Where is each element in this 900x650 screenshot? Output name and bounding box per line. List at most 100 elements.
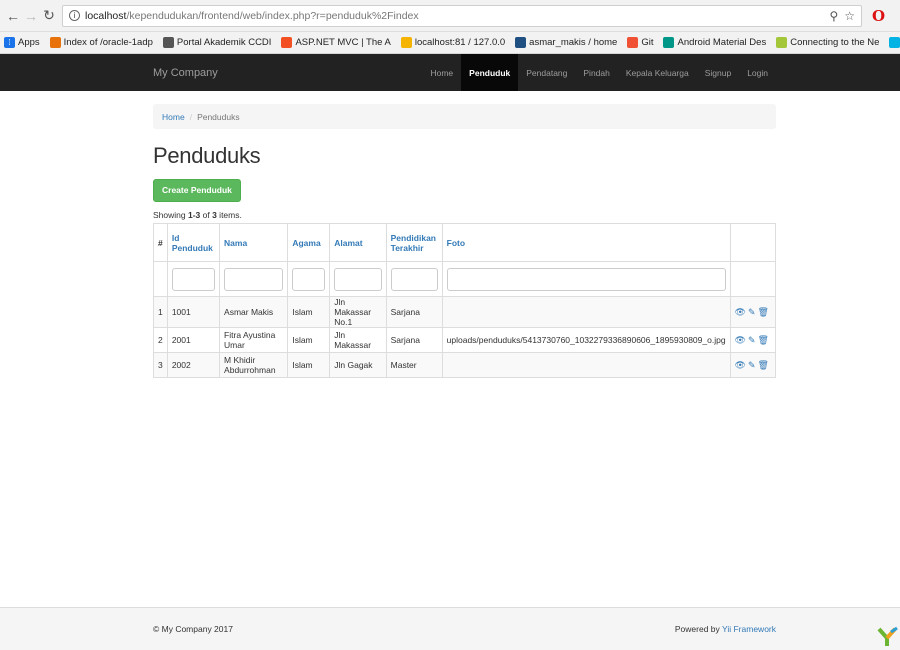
cell-agama: Islam bbox=[287, 327, 331, 353]
footer-copyright: © My Company 2017 bbox=[153, 624, 233, 634]
column-header-alamat[interactable]: Alamat bbox=[329, 223, 387, 262]
filter-id-penduduk-input[interactable] bbox=[171, 267, 216, 291]
breadcrumb-separator: / bbox=[189, 111, 193, 122]
opera-icon[interactable]: O bbox=[872, 7, 885, 25]
footer-powered: Powered by Yii Framework bbox=[675, 624, 776, 634]
cell-alamat: Jln Makassar No.1 bbox=[329, 296, 387, 328]
info-icon[interactable]: i bbox=[69, 10, 80, 21]
bookmark-item[interactable]: Home - Udacity bbox=[889, 37, 900, 48]
cell-pendidikan: Sarjana bbox=[385, 327, 443, 353]
summary-suffix: items. bbox=[216, 210, 242, 220]
bookmarks-bar: ⁞ Apps Index of /oracle-1adp Portal Akademi… bbox=[0, 32, 900, 54]
filter-nama-input[interactable] bbox=[224, 267, 284, 291]
breadcrumb-home-link[interactable]: Home bbox=[162, 112, 185, 122]
filter-foto-input[interactable] bbox=[446, 267, 726, 291]
breadcrumb: Home / Penduduks bbox=[153, 104, 776, 129]
forward-icon[interactable]: → bbox=[22, 7, 40, 25]
bookmark-label: Connecting to the Ne bbox=[790, 37, 880, 48]
bookmark-favicon-icon bbox=[889, 37, 900, 48]
view-icon[interactable]: 👁 bbox=[735, 307, 746, 317]
view-icon[interactable]: 👁 bbox=[735, 335, 746, 345]
bookmark-favicon-icon bbox=[776, 37, 788, 48]
browser-toolbar: ← → ↻ i localhost/kependudukan/frontend/… bbox=[0, 0, 900, 32]
cell-alamat: Jln Gagak bbox=[329, 352, 387, 378]
column-header-foto[interactable]: Foto bbox=[441, 223, 731, 262]
nav-item-kepala-keluarga[interactable]: Kepala Keluarga bbox=[618, 54, 697, 91]
nav-menu: Home Penduduk Pendatang Pindah Kepala Keluar… bbox=[422, 54, 776, 91]
delete-icon[interactable]: 🗑 bbox=[758, 307, 769, 317]
filter-agama-input[interactable] bbox=[292, 267, 326, 291]
cell-pendidikan: Sarjana bbox=[385, 296, 443, 328]
nav-item-penduduk[interactable]: Penduduk bbox=[461, 54, 519, 91]
column-header-actions bbox=[729, 223, 777, 262]
bookmark-favicon-icon bbox=[515, 37, 527, 48]
bookmark-item[interactable]: Git bbox=[627, 37, 653, 48]
reload-icon[interactable]: ↻ bbox=[40, 7, 58, 25]
bookmark-item[interactable]: Index of /oracle-1adp bbox=[49, 37, 153, 48]
column-header-id-penduduk[interactable]: Id Penduduk bbox=[166, 223, 221, 262]
cell-foto: uploads/penduduks/5413730760_10322793368… bbox=[441, 327, 731, 353]
url-path: /kependudukan/frontend/web/index.php?r=p… bbox=[126, 9, 419, 22]
row-actions: 👁 ✎ 🗑 bbox=[729, 327, 777, 353]
summary-prefix: Showing bbox=[153, 210, 188, 220]
row-number: 2 bbox=[153, 327, 168, 353]
navbar: My Company Home Penduduk Pendatang Pindah Ke… bbox=[0, 54, 900, 91]
column-header-agama[interactable]: Agama bbox=[287, 223, 331, 262]
breadcrumb-current: Penduduks bbox=[197, 111, 240, 122]
column-header-pendidikan-terakhir[interactable]: Pendidikan Terakhir bbox=[385, 223, 443, 262]
filter-cell-actions bbox=[729, 261, 777, 297]
url-host: localhost bbox=[85, 9, 127, 22]
bookmark-item[interactable]: localhost:81 / 127.0.0 bbox=[400, 37, 505, 48]
bookmark-label: asmar_makis / home bbox=[529, 37, 618, 48]
cell-foto bbox=[441, 296, 731, 328]
cell-id-penduduk: 1001 bbox=[166, 296, 221, 328]
cell-alamat: Jln Makassar bbox=[329, 327, 387, 353]
cell-id-penduduk: 2001 bbox=[166, 327, 221, 353]
nav-item-signup[interactable]: Signup bbox=[697, 54, 739, 91]
bookmark-favicon-icon bbox=[627, 37, 639, 48]
bookmark-label: Apps bbox=[18, 37, 40, 48]
table-row: 1 1001 Asmar Makis Islam Jln Makassar No… bbox=[153, 296, 777, 328]
create-penduduk-button[interactable]: Create Penduduk bbox=[153, 179, 241, 202]
zoom-icon[interactable]: ⚲ bbox=[829, 9, 838, 23]
bookmark-item[interactable]: asmar_makis / home bbox=[515, 37, 617, 48]
nav-item-pendatang[interactable]: Pendatang bbox=[518, 54, 575, 91]
bookmark-item[interactable]: Portal Akademik CCDI bbox=[162, 37, 271, 48]
bookmark-item[interactable]: Connecting to the Ne bbox=[776, 37, 879, 48]
bookmark-label: ASP.NET MVC | The A bbox=[295, 37, 391, 48]
summary-mid: of bbox=[200, 210, 213, 220]
bookmark-label: Android Material Des bbox=[677, 37, 767, 48]
bookmark-item[interactable]: ⁞ Apps bbox=[4, 37, 40, 48]
main-content: Home / Penduduks Penduduks Create Pendud… bbox=[153, 104, 777, 378]
filter-cell-number bbox=[153, 261, 168, 297]
filter-alamat-input[interactable] bbox=[334, 267, 382, 291]
view-icon[interactable]: 👁 bbox=[735, 360, 746, 370]
page-title: Penduduks bbox=[153, 143, 261, 168]
yii-framework-link[interactable]: Yii Framework bbox=[722, 624, 776, 634]
brand-link[interactable]: My Company bbox=[153, 67, 218, 79]
row-actions: 👁 ✎ 🗑 bbox=[729, 296, 777, 328]
row-number: 1 bbox=[153, 296, 168, 328]
filter-pendidikan-input[interactable] bbox=[390, 267, 438, 291]
delete-icon[interactable]: 🗑 bbox=[758, 360, 769, 370]
column-header-nama[interactable]: Nama bbox=[219, 223, 289, 262]
edit-icon[interactable]: ✎ bbox=[748, 307, 756, 317]
table-row: 3 2002 M Khidir Abdurrohman Islam Jln Ga… bbox=[153, 352, 777, 378]
bookmark-favicon-icon bbox=[49, 37, 61, 48]
footer-powered-prefix: Powered by bbox=[674, 624, 722, 634]
delete-icon[interactable]: 🗑 bbox=[758, 335, 769, 345]
bookmark-label: Git bbox=[641, 37, 654, 48]
edit-icon[interactable]: ✎ bbox=[748, 335, 756, 345]
cell-pendidikan: Master bbox=[385, 352, 443, 378]
address-bar[interactable]: i localhost/kependudukan/frontend/web/in… bbox=[62, 4, 862, 27]
nav-item-login[interactable]: Login bbox=[739, 54, 776, 91]
nav-item-pindah[interactable]: Pindah bbox=[575, 54, 617, 91]
bookmark-item[interactable]: ASP.NET MVC | The A bbox=[281, 37, 391, 48]
cell-agama: Islam bbox=[287, 296, 331, 328]
edit-icon[interactable]: ✎ bbox=[748, 360, 756, 370]
bookmark-item[interactable]: Android Material Des bbox=[663, 37, 766, 48]
nav-item-home[interactable]: Home bbox=[422, 54, 461, 91]
bookmark-star-icon[interactable]: ☆ bbox=[844, 9, 855, 23]
bookmark-favicon-icon bbox=[162, 37, 174, 48]
back-icon[interactable]: ← bbox=[4, 7, 22, 25]
